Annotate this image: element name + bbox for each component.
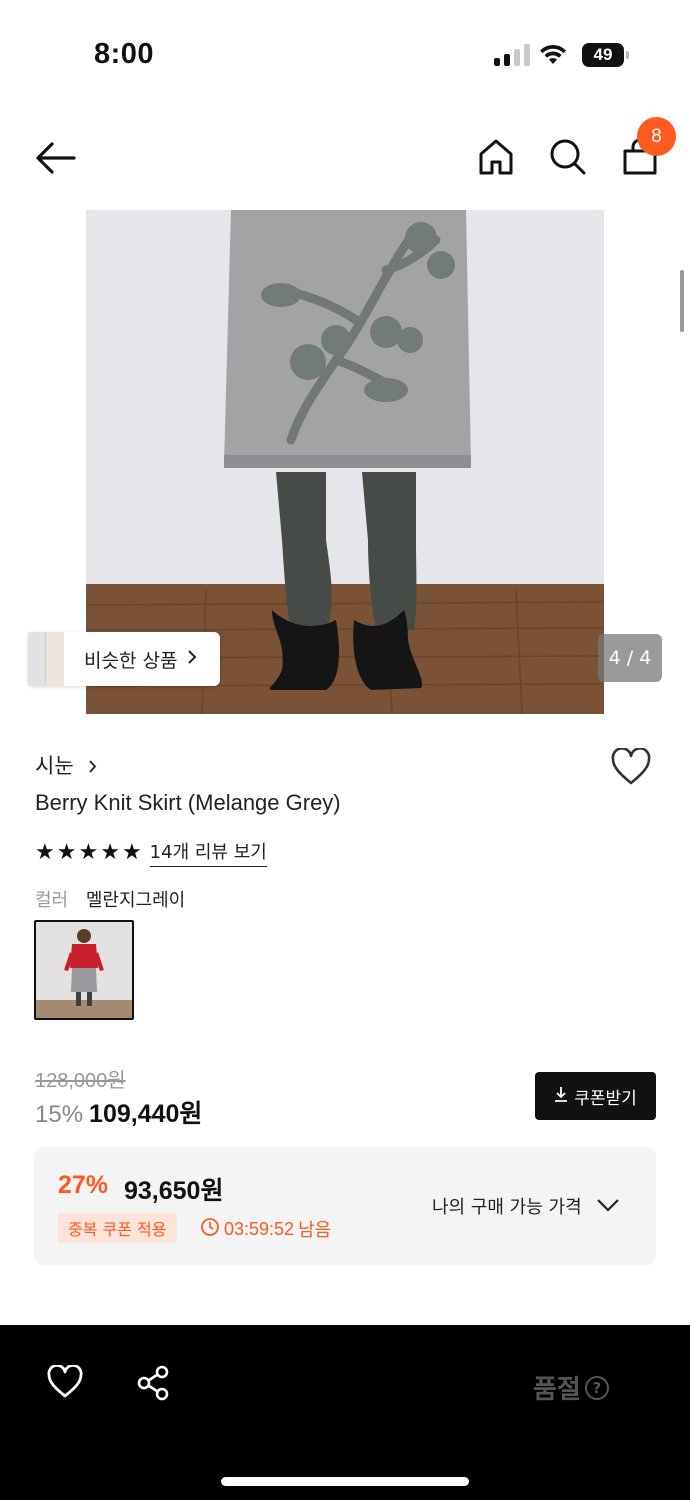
top-nav	[0, 118, 690, 198]
star-icon: ★	[78, 839, 99, 865]
review-link[interactable]: 14개 리뷰 보기	[149, 838, 267, 867]
status-bar: 8:00 49	[0, 0, 690, 100]
share-icon[interactable]	[135, 1365, 171, 1405]
star-icon: ★	[35, 839, 55, 865]
original-price: 128,000원	[35, 1070, 126, 1092]
home-icon[interactable]	[478, 138, 514, 176]
get-coupon-label: 쿠폰받기	[574, 1088, 637, 1109]
scroll-indicator[interactable]	[680, 270, 684, 332]
timer-value: 03:59:52	[224, 1218, 295, 1239]
star-icon: ★	[121, 839, 142, 865]
brand-name: 시눈	[35, 754, 74, 778]
similar-thumbnails	[28, 632, 64, 686]
star-icon: ★	[100, 839, 120, 865]
countdown-timer: 03:59:52 남음	[200, 1216, 331, 1242]
best-price-panel[interactable]: 27% 93,650원 중복 쿠폰 적용 03:59:52 남음 나의 구매 가…	[34, 1147, 656, 1265]
chevron-down-icon	[596, 1196, 620, 1217]
sale-price-row: 15% 109,440원	[35, 1094, 202, 1130]
duplicate-coupon-badge: 중복 쿠폰 적용	[58, 1213, 177, 1243]
back-arrow-icon[interactable]	[34, 138, 76, 178]
status-time: 8:00	[94, 38, 155, 70]
wifi-icon	[538, 42, 568, 70]
brand-link[interactable]: 시눈	[35, 750, 97, 780]
color-swatch-thumbnail[interactable]	[34, 920, 134, 1020]
chevron-right-icon	[187, 649, 197, 670]
get-coupon-button[interactable]: 쿠폰받기	[535, 1072, 656, 1120]
best-discount-percent: 27%	[58, 1171, 109, 1199]
question-icon: ?	[584, 1375, 609, 1400]
best-price-amount: 93,650원	[124, 1177, 224, 1205]
star-icon: ★	[56, 839, 77, 865]
product-title: Berry Knit Skirt (Melange Grey)	[35, 790, 341, 815]
clock-icon	[200, 1217, 220, 1242]
image-counter: 4 / 4	[598, 634, 662, 682]
my-price-label: 나의 구매 가능 가격	[432, 1197, 582, 1218]
cart-count-badge: 8	[637, 117, 676, 156]
battery-icon: 49	[582, 43, 624, 67]
sold-out-label: 품절	[533, 1375, 581, 1405]
color-label: 컬러	[35, 890, 69, 911]
rating-row: ★ ★ ★ ★ ★ 14개 리뷰 보기	[35, 838, 267, 867]
cellular-signal-icon	[494, 44, 530, 66]
discount-percent: 15%	[35, 1101, 84, 1128]
my-price-toggle[interactable]: 나의 구매 가능 가격	[432, 1193, 620, 1219]
bottom-action-bar: 품절 ?	[0, 1325, 690, 1500]
sale-price: 109,440원	[89, 1100, 203, 1128]
color-value: 멜란지그레이	[85, 890, 186, 911]
similar-products-button[interactable]: 비슷한 상품	[28, 632, 220, 686]
timer-suffix: 남음	[298, 1220, 332, 1241]
heart-icon[interactable]	[46, 1363, 84, 1403]
home-indicator[interactable]	[221, 1477, 469, 1486]
search-icon[interactable]	[549, 138, 587, 176]
battery-cap	[626, 51, 629, 59]
sold-out-indicator[interactable]: 품절 ?	[533, 1369, 609, 1406]
wishlist-heart-icon[interactable]	[610, 747, 652, 790]
star-rating: ★ ★ ★ ★ ★	[35, 839, 142, 865]
download-icon	[554, 1086, 568, 1107]
similar-products-label: 비슷한 상품	[84, 649, 178, 672]
color-row: 컬러 멜란지그레이	[35, 886, 185, 912]
chevron-right-icon	[88, 755, 97, 779]
